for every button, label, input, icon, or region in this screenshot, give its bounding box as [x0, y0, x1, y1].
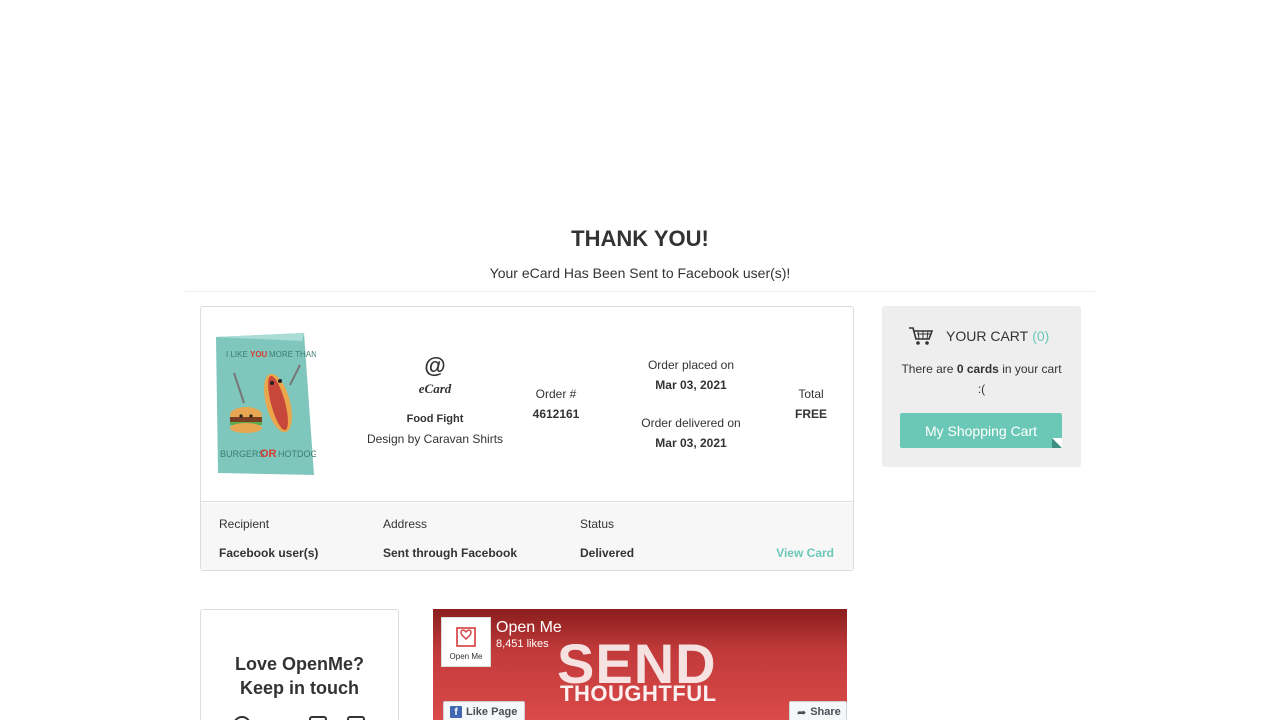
address-value: Sent through Facebook	[383, 546, 518, 560]
cart-summary-box: YOUR CART (0) There are 0 cards in your …	[882, 306, 1081, 467]
order-total-value: FREE	[794, 407, 827, 421]
card-type-label: eCard	[418, 381, 452, 396]
svg-text:I LIKE: I LIKE	[226, 350, 248, 359]
order-details-row: I LIKE YOU MORE THAN BURGERS OR HOTDOGS …	[201, 307, 853, 502]
social-square-icon-2[interactable]	[347, 716, 365, 720]
keep-in-touch-box: Love OpenMe? Keep in touch	[200, 609, 399, 720]
fb-page-name[interactable]: Open Me	[496, 619, 562, 637]
social-circle-icon[interactable]	[233, 716, 251, 720]
cart-title: YOUR CART	[946, 328, 1029, 344]
order-delivered-label: Order delivered on	[641, 416, 741, 430]
fb-share-button[interactable]: ➦ Share	[789, 701, 847, 720]
address-label: Address	[383, 517, 428, 531]
svg-text:HOTDOGS: HOTDOGS	[278, 449, 316, 459]
card-info: @ eCard Food Fight Design by Caravan Shi…	[351, 353, 519, 446]
order-number: Order # 4612161	[516, 387, 596, 421]
facebook-page-widget[interactable]: SEND THOUGHTFUL Open Me Open Me 8,451 li…	[433, 609, 847, 720]
order-summary-panel: I LIKE YOU MORE THAN BURGERS OR HOTDOGS …	[200, 306, 854, 571]
card-name: Food Fight	[406, 413, 464, 425]
social-square-icon[interactable]	[309, 716, 327, 720]
order-meta-row: Recipient Facebook user(s) Address Sent …	[201, 503, 853, 570]
order-total: Total FREE	[776, 387, 846, 421]
page-title: THANK YOU!	[571, 226, 709, 251]
keep-in-touch-title: Love OpenMe? Keep in touch	[201, 652, 398, 700]
facebook-f-icon: f	[450, 706, 462, 718]
svg-text:YOU: YOU	[250, 350, 268, 359]
openme-logo-text: Open Me	[449, 652, 483, 661]
card-designer: Design by Caravan Shirts	[366, 432, 504, 446]
fb-likes-count: 8,451 likes	[496, 638, 549, 650]
order-placed-date: Mar 03, 2021	[655, 378, 727, 392]
fb-like-page-button[interactable]: f Like Page	[443, 701, 525, 720]
cart-count: (0)	[1032, 328, 1050, 344]
share-arrow-icon: ➦	[797, 706, 807, 719]
cart-status-text: There are 0 cards in your cart :(	[897, 359, 1066, 399]
order-number-label: Order #	[535, 387, 577, 401]
view-card-link[interactable]: View Card	[776, 546, 834, 560]
status-value: Delivered	[580, 546, 635, 560]
fb-like-page-label: Like Page	[466, 706, 518, 718]
page-fold-decoration	[1052, 438, 1062, 448]
recipient-label: Recipient	[219, 517, 270, 531]
header-divider	[185, 291, 1095, 292]
card-thumbnail-image[interactable]: I LIKE YOU MORE THAN BURGERS OR HOTDOGS	[214, 333, 316, 475]
cart-header: YOUR CART (0)	[908, 326, 1068, 346]
order-total-label: Total	[798, 387, 824, 401]
fb-share-label: Share	[810, 706, 841, 718]
heart-gift-icon	[456, 627, 476, 647]
order-delivered-date: Mar 03, 2021	[655, 436, 727, 450]
recipient-value: Facebook user(s)	[219, 546, 319, 560]
cart-text-after: in your cart	[1002, 362, 1062, 376]
cart-card-count: 0 cards	[956, 362, 999, 376]
order-dates: Order placed on Mar 03, 2021 Order deliv…	[621, 358, 761, 450]
my-shopping-cart-button-label: My Shopping Cart	[924, 422, 1038, 439]
order-placed-label: Order placed on	[647, 358, 735, 372]
svg-text:MORE THAN: MORE THAN	[269, 350, 316, 359]
status-label: Status	[580, 517, 615, 531]
page-subtitle: Your eCard Has Been Sent to Facebook use…	[489, 265, 791, 281]
ecard-at-icon: @	[424, 353, 446, 378]
my-shopping-cart-button[interactable]: My Shopping Cart	[900, 413, 1062, 448]
keep-in-touch-line1: Love OpenMe?	[234, 654, 364, 674]
cart-sad-emoticon: :(	[977, 382, 986, 396]
openme-logo[interactable]: Open Me	[441, 617, 491, 667]
cart-icon	[909, 327, 934, 345]
svg-text:BURGERS: BURGERS	[220, 449, 265, 459]
fb-cover-thoughtful-text: THOUGHTFUL	[560, 681, 717, 706]
cart-text-before: There are	[901, 362, 954, 376]
svg-text:OR: OR	[260, 448, 277, 460]
order-number-value: 4612161	[532, 407, 580, 421]
keep-in-touch-line2: Keep in touch	[239, 678, 359, 698]
